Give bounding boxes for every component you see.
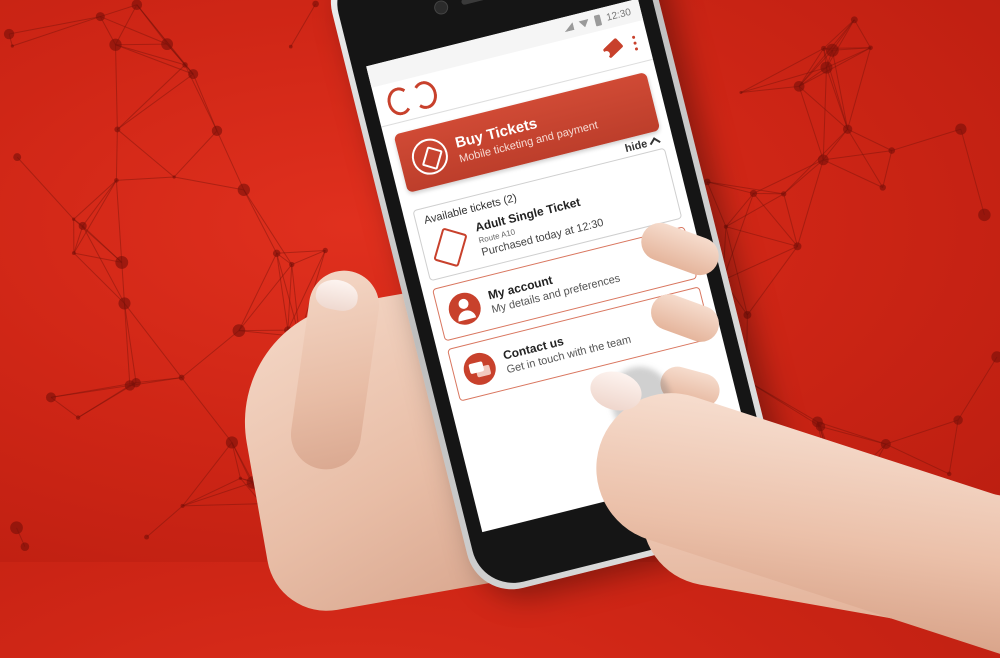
- app-logo[interactable]: [385, 79, 440, 118]
- earpiece-speaker: [461, 0, 521, 5]
- ticket-icon[interactable]: [602, 38, 623, 59]
- overflow-menu-icon[interactable]: [632, 35, 639, 50]
- ticket-outline-icon: [433, 227, 467, 267]
- status-time: 12:30: [605, 6, 632, 23]
- person-icon: [445, 289, 484, 328]
- ticket-circle-icon: [408, 135, 452, 179]
- battery-icon: [594, 14, 602, 26]
- front-camera: [433, 0, 450, 16]
- chevron-up-icon: [650, 137, 661, 148]
- chat-bubble-icon: [460, 349, 499, 388]
- wifi-icon: [578, 18, 590, 28]
- signal-icon: [563, 22, 575, 32]
